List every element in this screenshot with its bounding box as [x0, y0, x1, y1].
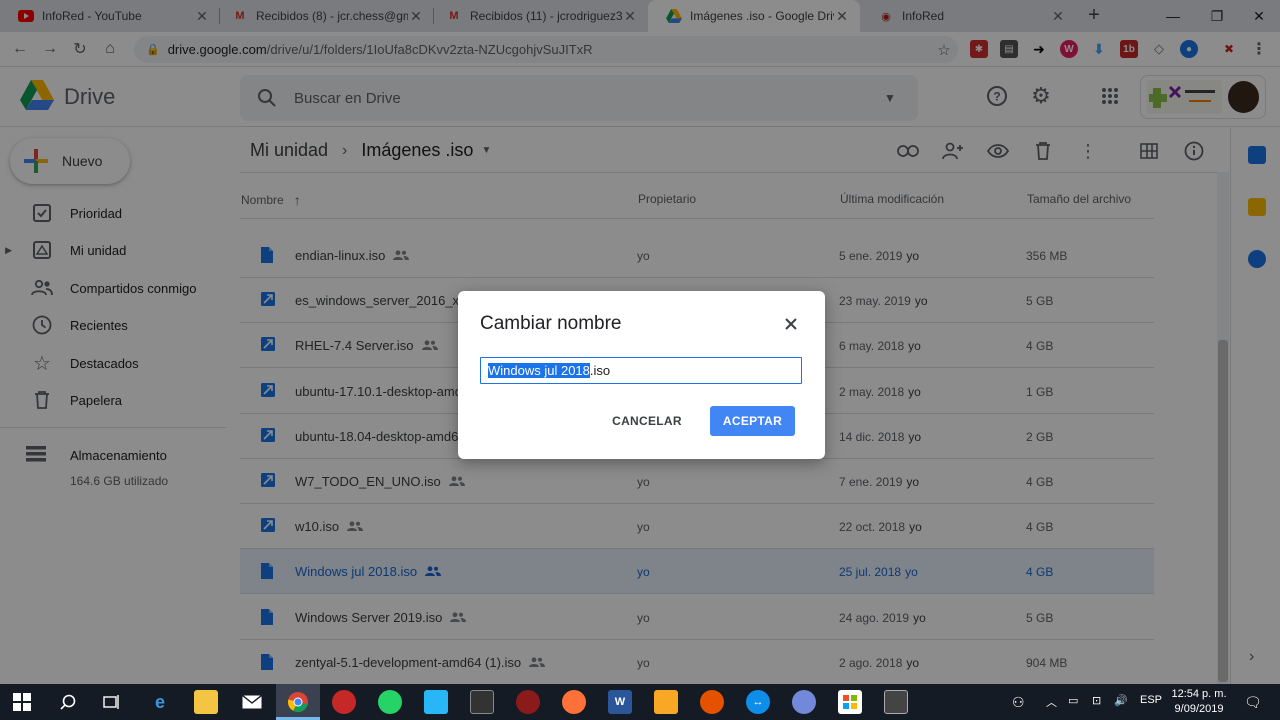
search-icon[interactable] [56, 690, 80, 714]
whatsapp-icon[interactable] [378, 690, 402, 714]
people-icon[interactable]: ⚇ [1012, 694, 1025, 711]
mail-icon[interactable] [240, 690, 264, 714]
accept-button[interactable]: ACEPTAR [710, 406, 795, 436]
rename-input[interactable]: Windows jul 2018 .iso [480, 357, 802, 384]
task-view-icon[interactable] [100, 690, 124, 714]
volume-icon[interactable]: 🔊 [1114, 694, 1128, 707]
rename-dialog: Cambiar nombre Windows jul 2018 .iso CANC… [458, 291, 825, 459]
app-icon[interactable] [470, 690, 494, 714]
cancel-button[interactable]: CANCELAR [604, 406, 690, 436]
windows-taskbar: e W ↔ ⚇ ︿ ▭ ⊡ 🔊 ESP 12:54 p. m. 9/09/201… [0, 684, 1280, 720]
app-icon[interactable] [700, 690, 724, 714]
extension-text: .iso [589, 363, 611, 378]
app-icon[interactable] [884, 690, 908, 714]
language-indicator[interactable]: ESP [1140, 694, 1162, 706]
discord-icon[interactable] [792, 690, 816, 714]
windows-start-icon[interactable] [10, 690, 34, 714]
app-icon[interactable] [654, 690, 678, 714]
clock-date: 9/09/2019 [1174, 703, 1224, 715]
notifications-icon[interactable]: 🗨 [1244, 694, 1262, 711]
file-explorer-icon[interactable] [194, 690, 218, 714]
chrome-icon[interactable] [286, 690, 310, 714]
clock[interactable]: 12:54 p. m. 9/09/2019 [1164, 687, 1234, 717]
close-icon[interactable] [780, 313, 802, 335]
firefox-icon[interactable] [562, 690, 586, 714]
clock-time: 12:54 p. m. [1171, 688, 1227, 700]
edge-icon[interactable]: e [148, 690, 172, 714]
app-icon[interactable] [424, 690, 448, 714]
app-icon[interactable] [332, 690, 356, 714]
word-icon[interactable]: W [608, 690, 632, 714]
chevron-up-icon[interactable]: ︿ [1046, 694, 1057, 710]
teamviewer-icon[interactable]: ↔ [746, 690, 770, 714]
store-icon[interactable] [838, 690, 862, 714]
network-icon[interactable]: ⊡ [1092, 694, 1101, 707]
dialog-title: Cambiar nombre [480, 313, 622, 334]
app-icon[interactable] [516, 690, 540, 714]
selected-text: Windows jul 2018 [488, 363, 590, 378]
battery-icon[interactable]: ▭ [1068, 694, 1078, 707]
